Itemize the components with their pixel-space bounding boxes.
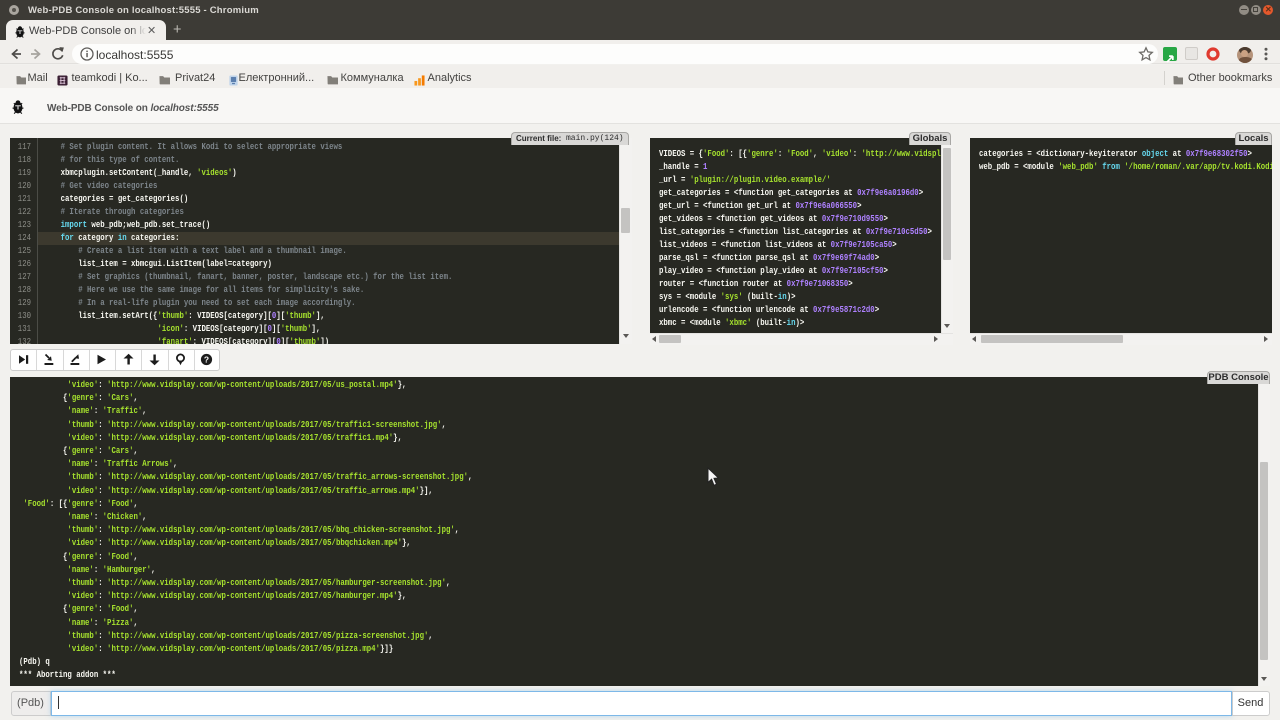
svg-text:?: ? — [204, 354, 209, 364]
